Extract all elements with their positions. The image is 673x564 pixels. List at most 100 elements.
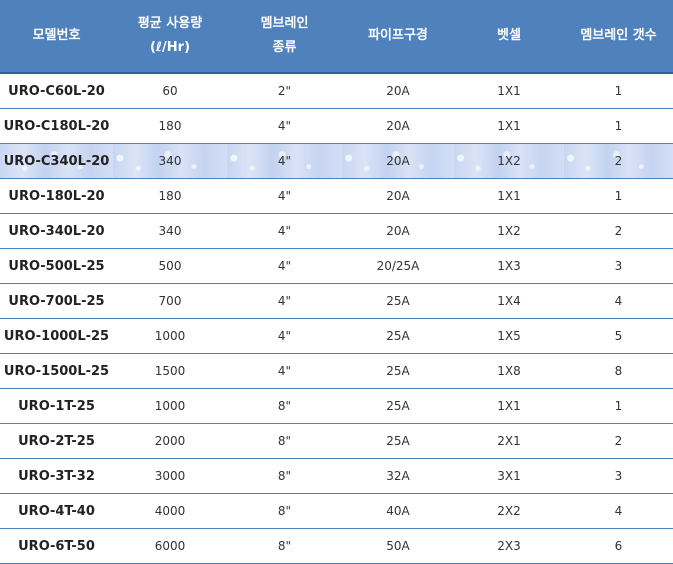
header-pipe: 파이프구경 [342, 0, 454, 74]
cell-vessel: 1X1 [454, 178, 564, 214]
cell-pipe: 40A [342, 493, 454, 529]
cell-model: URO-3T-32 [0, 458, 113, 494]
cell-membrane: 4" [227, 143, 342, 179]
cell-usage: 2000 [113, 423, 227, 459]
cell-model: URO-4T-40 [0, 493, 113, 529]
table-row: URO-C340L-20 340 4" 20A 1X2 2 [0, 143, 673, 179]
cell-vessel: 3X1 [454, 458, 564, 494]
cell-model: URO-6T-50 [0, 528, 113, 564]
header-membrane-label: 멤브레인 [260, 16, 309, 31]
cell-vessel: 1X8 [454, 353, 564, 389]
table-row: URO-700L-25 700 4" 25A 1X4 4 [0, 283, 673, 319]
header-model: 모델번호 [0, 0, 113, 74]
header-usage: 평균 사용량 (ℓ/Hr) [113, 0, 227, 74]
table-row: URO-C60L-20 60 2" 20A 1X1 1 [0, 73, 673, 109]
cell-pipe: 20/25A [342, 248, 454, 284]
cell-membrane: 4" [227, 213, 342, 249]
cell-usage: 1500 [113, 353, 227, 389]
table-row: URO-4T-40 4000 8" 40A 2X2 4 [0, 493, 673, 529]
cell-pipe: 20A [342, 73, 454, 109]
table-row: URO-500L-25 500 4" 20/25A 1X3 3 [0, 248, 673, 284]
cell-pipe: 20A [342, 143, 454, 179]
header-count: 멤브레인 갯수 [564, 0, 673, 74]
cell-count: 1 [564, 388, 673, 424]
cell-vessel: 2X3 [454, 528, 564, 564]
cell-vessel: 1X2 [454, 213, 564, 249]
table-row: URO-1500L-25 1500 4" 25A 1X8 8 [0, 353, 673, 389]
table-row: URO-1T-25 1000 8" 25A 1X1 1 [0, 388, 673, 424]
cell-usage: 6000 [113, 528, 227, 564]
header-membrane-type: 멤브레인종류 [227, 0, 342, 74]
table-row: URO-340L-20 340 4" 20A 1X2 2 [0, 213, 673, 249]
cell-vessel: 1X3 [454, 248, 564, 284]
cell-model: URO-180L-20 [0, 178, 113, 214]
cell-membrane: 4" [227, 178, 342, 214]
cell-membrane: 4" [227, 353, 342, 389]
cell-vessel: 2X1 [454, 423, 564, 459]
cell-usage: 340 [113, 143, 227, 179]
cell-model: URO-500L-25 [0, 248, 113, 284]
table-header: 모델번호 평균 사용량 (ℓ/Hr) 멤브레인종류 파이프구경 벳셀 멤브레인 갯… [0, 0, 673, 74]
cell-membrane: 4" [227, 108, 342, 144]
cell-pipe: 50A [342, 528, 454, 564]
cell-vessel: 2X2 [454, 493, 564, 529]
cell-pipe: 25A [342, 423, 454, 459]
cell-count: 4 [564, 493, 673, 529]
table-row: URO-C180L-20 180 4" 20A 1X1 1 [0, 108, 673, 144]
cell-usage: 1000 [113, 388, 227, 424]
cell-vessel: 1X4 [454, 283, 564, 319]
cell-pipe: 25A [342, 283, 454, 319]
cell-usage: 4000 [113, 493, 227, 529]
cell-model: URO-340L-20 [0, 213, 113, 249]
cell-usage: 340 [113, 213, 227, 249]
cell-model: URO-2T-25 [0, 423, 113, 459]
cell-pipe: 20A [342, 213, 454, 249]
cell-model: URO-C60L-20 [0, 73, 113, 109]
cell-usage: 700 [113, 283, 227, 319]
table-row: URO-3T-32 3000 8" 32A 3X1 3 [0, 458, 673, 494]
product-spec-table: 모델번호 평균 사용량 (ℓ/Hr) 멤브레인종류 파이프구경 벳셀 멤브레인 갯… [0, 0, 673, 564]
cell-count: 3 [564, 248, 673, 284]
cell-membrane: 8" [227, 528, 342, 564]
cell-vessel: 1X2 [454, 143, 564, 179]
header-pipe-label: 파이프구경 [368, 28, 428, 43]
cell-model: URO-1000L-25 [0, 318, 113, 354]
cell-count: 1 [564, 108, 673, 144]
cell-count: 4 [564, 283, 673, 319]
cell-count: 2 [564, 143, 673, 179]
cell-membrane: 8" [227, 458, 342, 494]
cell-count: 2 [564, 423, 673, 459]
cell-pipe: 32A [342, 458, 454, 494]
cell-model: URO-700L-25 [0, 283, 113, 319]
cell-count: 3 [564, 458, 673, 494]
cell-model: URO-1T-25 [0, 388, 113, 424]
cell-count: 6 [564, 528, 673, 564]
cell-count: 1 [564, 73, 673, 109]
cell-pipe: 25A [342, 318, 454, 354]
cell-model: URO-C340L-20 [0, 143, 113, 179]
cell-vessel: 1X5 [454, 318, 564, 354]
cell-model: URO-C180L-20 [0, 108, 113, 144]
cell-pipe: 20A [342, 178, 454, 214]
cell-pipe: 25A [342, 353, 454, 389]
cell-usage: 60 [113, 73, 227, 109]
cell-count: 5 [564, 318, 673, 354]
header-count-label: 멤브레인 갯수 [580, 28, 657, 43]
header-row: 모델번호 평균 사용량 (ℓ/Hr) 멤브레인종류 파이프구경 벳셀 멤브레인 갯… [0, 0, 673, 74]
cell-model: URO-1500L-25 [0, 353, 113, 389]
header-membrane-sub: 종류 [272, 40, 297, 55]
cell-membrane: 8" [227, 493, 342, 529]
table-body: URO-C60L-20 60 2" 20A 1X1 1 URO-C180L-20 180 4" 2… [0, 73, 673, 564]
header-usage-label: 평균 사용량 [137, 16, 203, 31]
cell-membrane: 4" [227, 318, 342, 354]
table-row: URO-1000L-25 1000 4" 25A 1X5 5 [0, 318, 673, 354]
cell-count: 2 [564, 213, 673, 249]
cell-count: 1 [564, 178, 673, 214]
cell-membrane: 4" [227, 283, 342, 319]
cell-count: 8 [564, 353, 673, 389]
cell-usage: 1000 [113, 318, 227, 354]
cell-membrane: 8" [227, 388, 342, 424]
table-row: URO-6T-50 6000 8" 50A 2X3 6 [0, 528, 673, 564]
cell-pipe: 20A [342, 108, 454, 144]
header-vessel: 벳셀 [454, 0, 564, 74]
